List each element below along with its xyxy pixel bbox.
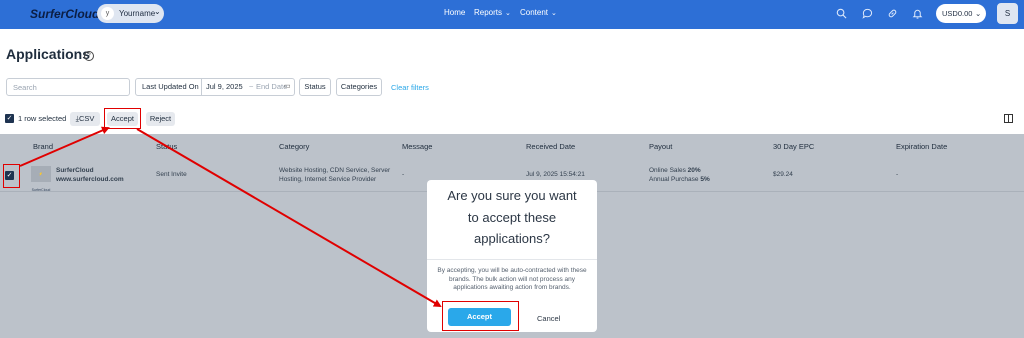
arrow-to-accept-button xyxy=(19,126,110,167)
arrow-to-confirm-button xyxy=(136,128,442,308)
annotation-arrows xyxy=(19,126,442,308)
